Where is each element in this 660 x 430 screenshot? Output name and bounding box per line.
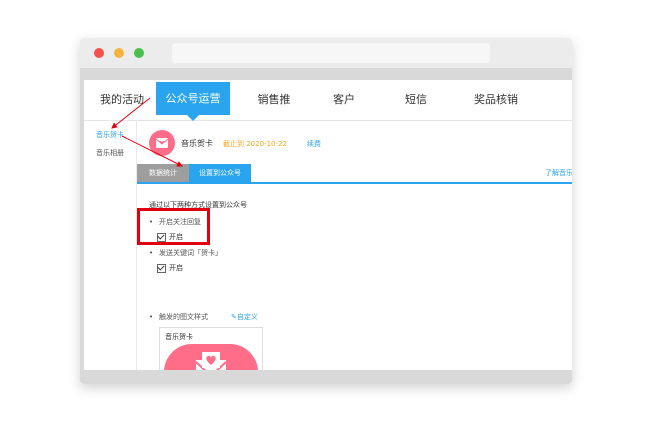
- heart-envelope-icon: [149, 130, 175, 156]
- main-content: 音乐贺卡 截止到 2020-10-22 续费 数据统计 设置到公众号 了解音乐 …: [136, 120, 572, 384]
- keyword-checkbox-label: 开启: [169, 264, 183, 272]
- deadline-text: 截止到 2020-10-22: [223, 140, 287, 148]
- style-section-label: 触发的图文样式: [159, 313, 208, 321]
- bottom-divider: [80, 370, 572, 384]
- renew-link[interactable]: 续费: [307, 139, 321, 149]
- nav-item-prize-redemption[interactable]: 奖品核销: [464, 80, 528, 120]
- keyword-checkbox[interactable]: [157, 263, 166, 273]
- option-keyword: • 发送关键词「贺卡」: [149, 249, 222, 257]
- main-nav: 我的活动 公众号运营 销售推 客户 短信 奖品核销: [84, 80, 572, 121]
- card-title: 音乐贺卡: [181, 139, 213, 148]
- customize-link[interactable]: ✎自定义: [231, 312, 258, 322]
- sidebar: 音乐贺卡 音乐相册: [84, 120, 136, 370]
- tab-set-to-official-account[interactable]: 设置到公众号: [189, 164, 251, 182]
- top-divider: [80, 68, 572, 80]
- address-bar[interactable]: [172, 43, 490, 63]
- close-window-button[interactable]: [94, 48, 104, 58]
- sidebar-item-music-card[interactable]: 音乐贺卡: [96, 130, 124, 140]
- tab-statistics[interactable]: 数据统计: [137, 164, 189, 182]
- nav-item-sales-push[interactable]: 销售推: [246, 80, 302, 120]
- highlight-box: [137, 208, 210, 245]
- nav-item-sms[interactable]: 短信: [396, 80, 436, 120]
- title-bar: [80, 38, 572, 68]
- sidebar-item-music-album[interactable]: 音乐相册: [96, 148, 124, 158]
- keyword-checkbox-row[interactable]: 开启: [157, 263, 183, 273]
- nav-item-customers[interactable]: 客户: [324, 80, 364, 120]
- preview-title: 音乐贺卡: [165, 333, 193, 341]
- learn-more-link[interactable]: 了解音乐: [545, 168, 572, 178]
- tab-bar: 数据统计 设置到公众号 了解音乐: [137, 164, 572, 184]
- option-keyword-label: 发送关键词「贺卡」: [159, 249, 222, 257]
- customize-label: 自定义: [236, 313, 258, 321]
- style-section: • 触发的图文样式: [149, 313, 208, 321]
- nav-item-my-activities[interactable]: 我的活动: [92, 80, 152, 120]
- minimize-window-button[interactable]: [114, 48, 124, 58]
- nav-item-official-account[interactable]: 公众号运营: [156, 82, 230, 121]
- maximize-window-button[interactable]: [134, 48, 144, 58]
